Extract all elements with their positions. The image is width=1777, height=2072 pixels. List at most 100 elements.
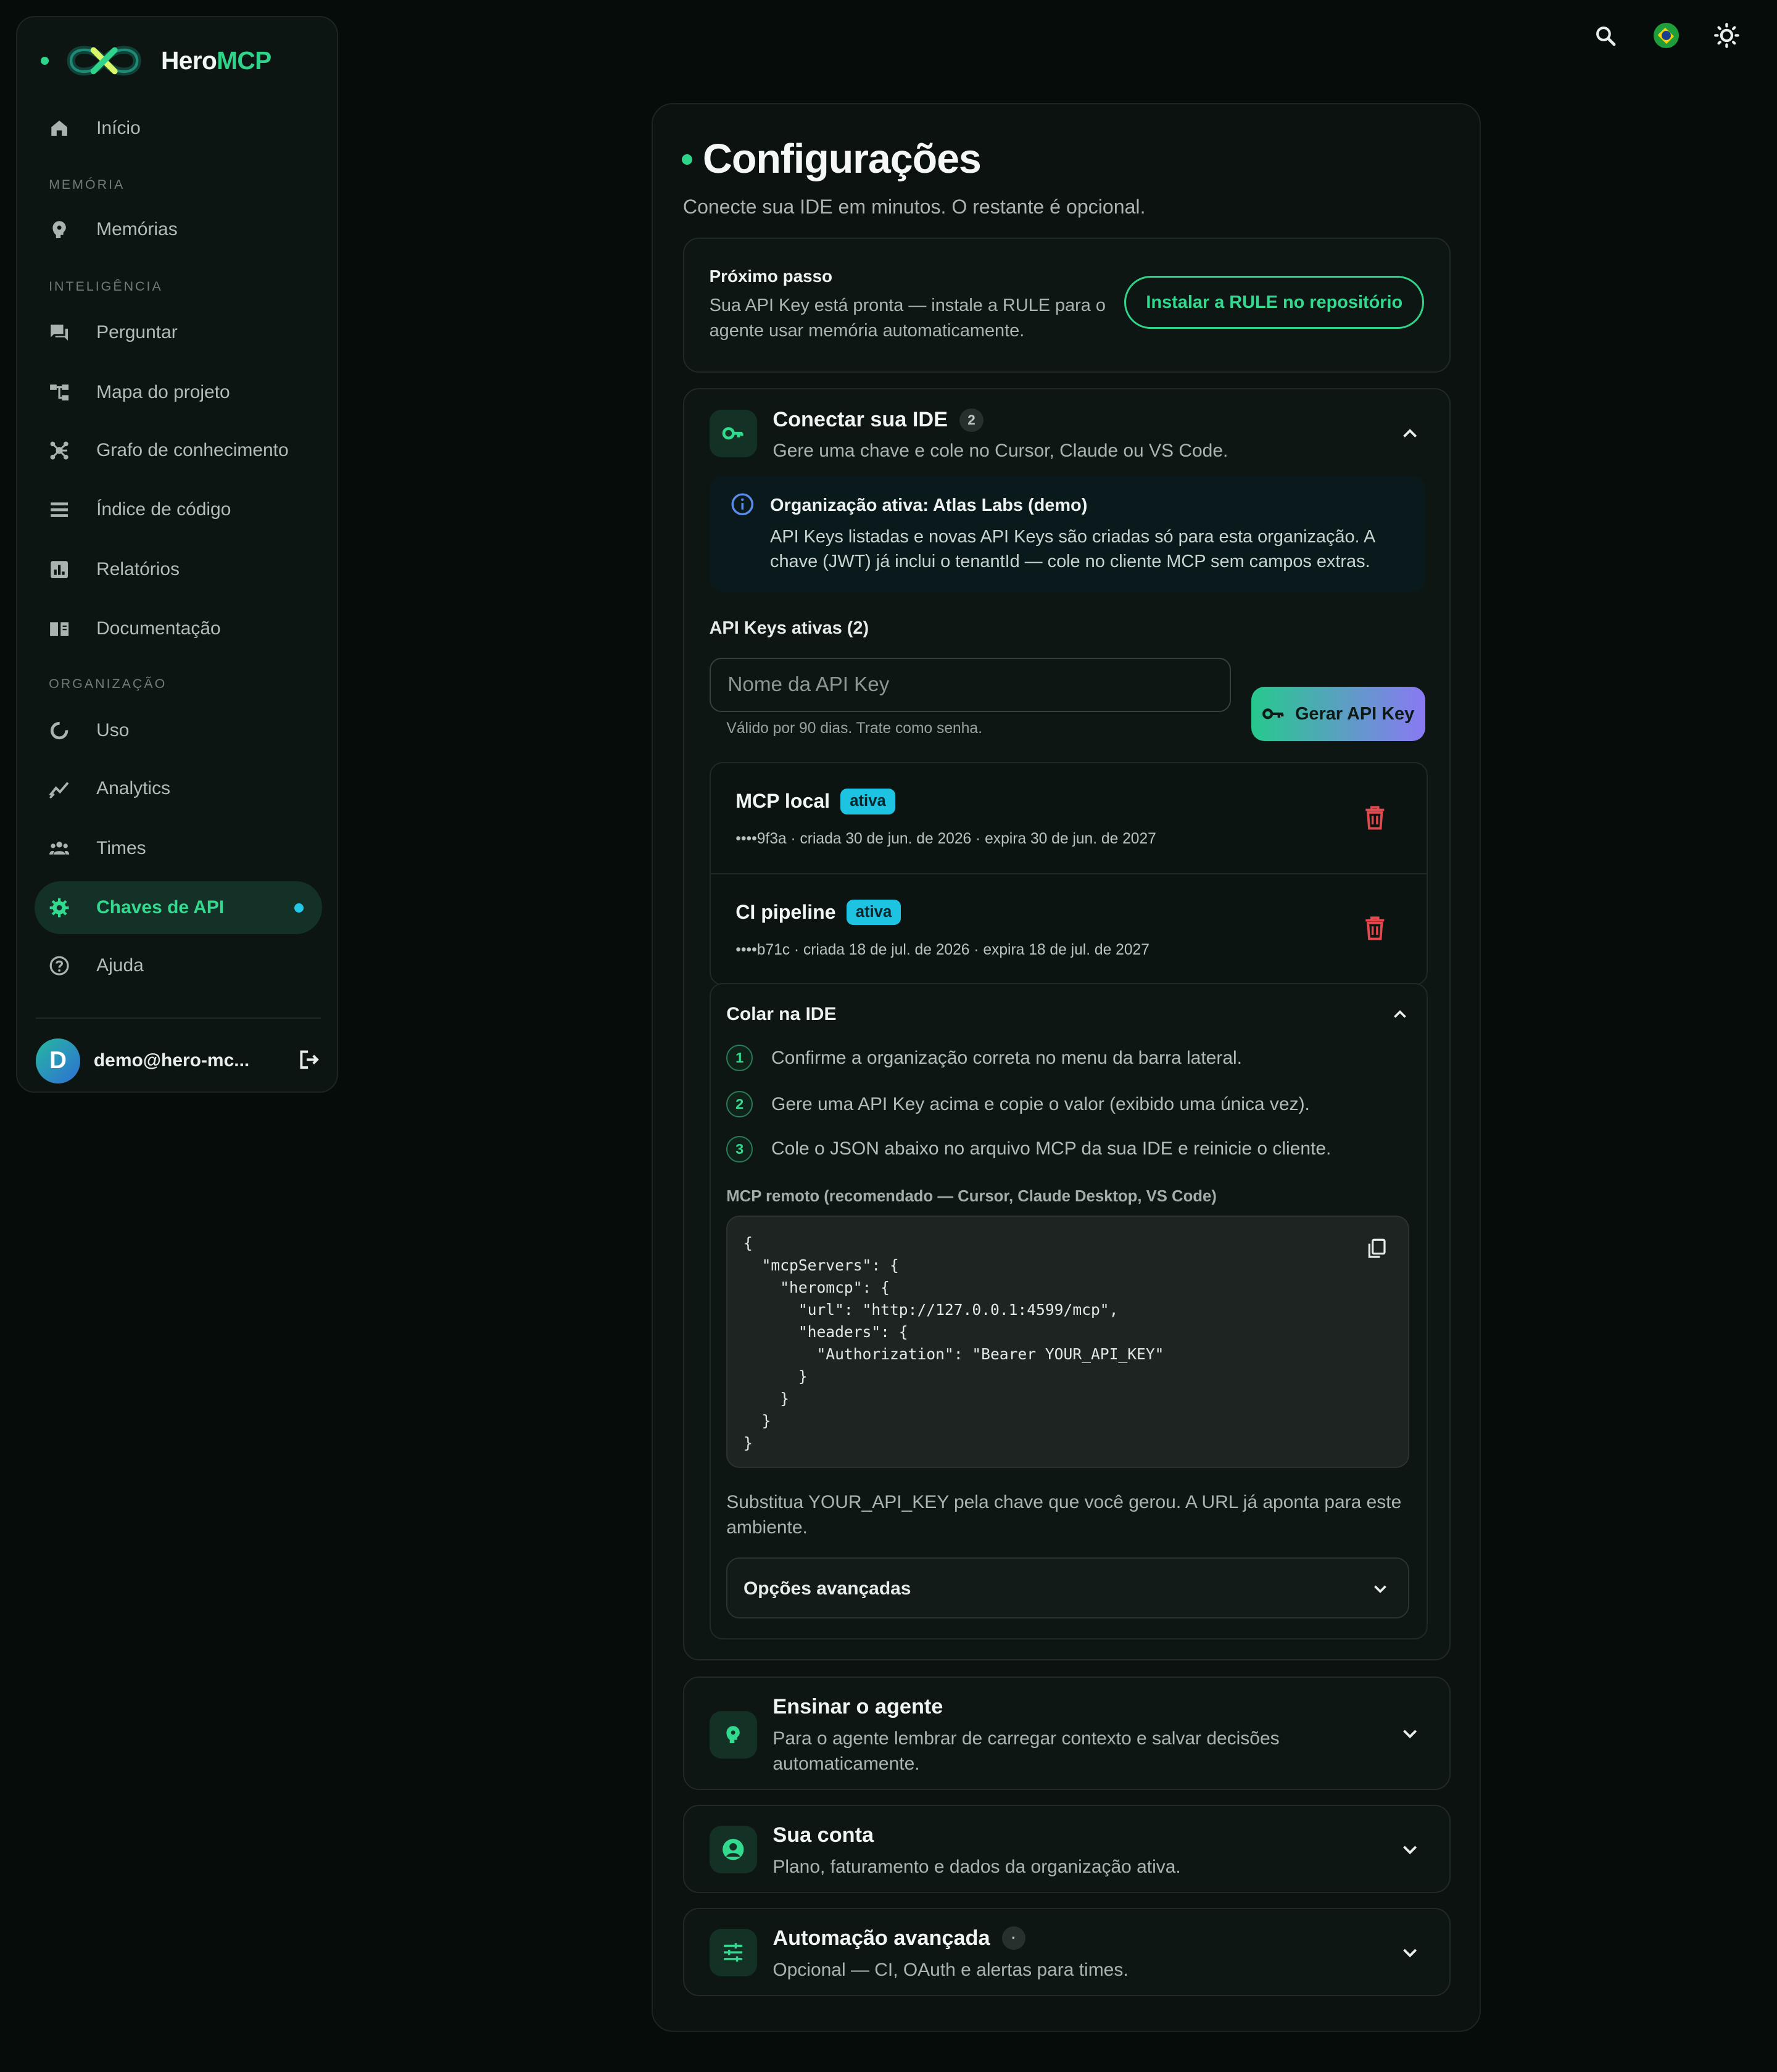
- sidebar-item-chaves-api[interactable]: Chaves de API: [34, 881, 323, 934]
- page-subtitle: Conecte sua IDE em minutos. O restante é…: [682, 195, 1146, 218]
- people-icon: [49, 837, 70, 858]
- install-rule-button[interactable]: Instalar a RULE no repositório: [1124, 276, 1425, 329]
- account-title: Sua conta: [773, 1823, 874, 1847]
- step-number: 3: [726, 1136, 753, 1162]
- step-number: 1: [726, 1045, 753, 1072]
- org-info-text: API Keys listadas e novas API Keys são c…: [770, 526, 1375, 572]
- sun-icon[interactable]: [1713, 22, 1740, 49]
- copy-icon[interactable]: [1366, 1238, 1387, 1259]
- key-name: CI pipeline ativa: [735, 899, 901, 926]
- trash-icon[interactable]: [1363, 915, 1387, 942]
- chevron-down-icon[interactable]: [1399, 1942, 1420, 1963]
- list-item: MCP local ativa ••••9f3a · criada 30 de j…: [711, 763, 1427, 873]
- sidebar-item-inicio[interactable]: Início: [35, 102, 323, 155]
- account-card[interactable]: Sua conta Plano, faturamento e dados da …: [682, 1804, 1451, 1894]
- teach-agent-title: Ensinar o agente: [773, 1694, 943, 1718]
- sidebar-item-memorias[interactable]: Memórias: [35, 204, 323, 257]
- chevron-down-icon[interactable]: [1399, 1839, 1420, 1860]
- page-title: Configurações: [703, 136, 982, 183]
- sidebar-item-analytics[interactable]: Analytics: [35, 762, 323, 815]
- account-circle-icon: [709, 1825, 757, 1874]
- key-meta: ••••9f3a · criada 30 de jun. de 2026 · e…: [735, 831, 1156, 848]
- teach-agent-card[interactable]: Ensinar o agente Para o agente lembrar d…: [682, 1676, 1451, 1791]
- next-step-title: Próximo passo: [709, 267, 833, 286]
- help-icon: [49, 955, 70, 976]
- connect-ide-title[interactable]: Conectar sua IDE 2: [773, 408, 984, 433]
- graph-icon: [49, 440, 70, 461]
- automation-card[interactable]: Automação avançada · Opcional — CI, OAut…: [682, 1907, 1451, 1997]
- sidebar: HeroMCP Início MEMÓRIA Memórias INTELIGÊ…: [15, 15, 339, 1093]
- app-root: HeroMCP Início MEMÓRIA Memórias INTELIGÊ…: [0, 0, 1777, 2072]
- status-badge: ativa: [840, 788, 895, 814]
- search-icon[interactable]: [1592, 22, 1618, 49]
- user-email: demo@hero-mc...: [93, 1050, 250, 1071]
- book-icon: [49, 618, 70, 639]
- tree-icon: [49, 382, 70, 403]
- paste-in-ide-panel: Colar na IDE 1 Confirme a organização cor…: [709, 982, 1428, 1639]
- account-desc: Plano, faturamento e dados da organizaçã…: [773, 1857, 1181, 1878]
- advanced-options-toggle[interactable]: Opções avançadas: [726, 1557, 1410, 1618]
- chevron-up-icon[interactable]: [1399, 423, 1420, 444]
- next-step-text: Sua API Key está pronta — instale a RULE…: [709, 296, 1106, 341]
- brain-icon: [49, 219, 70, 240]
- user-profile[interactable]: D demo@hero-mc...: [35, 1037, 321, 1085]
- info-icon: [731, 493, 753, 516]
- paste-in-ide-title[interactable]: Colar na IDE: [726, 1004, 836, 1025]
- code-content: { "mcpServers": { "heromcp": { "url": "h…: [743, 1234, 1164, 1452]
- api-key-name-input[interactable]: [709, 658, 1232, 712]
- key-icon: [1262, 708, 1284, 719]
- chart-icon: [49, 559, 70, 580]
- settings-panel: Configurações Conecte sua IDE em minutos…: [651, 103, 1481, 2033]
- logout-icon[interactable]: [297, 1048, 321, 1072]
- trash-icon[interactable]: [1363, 805, 1387, 831]
- generate-api-key-button[interactable]: Gerar API Key: [1251, 687, 1426, 741]
- language-flag-icon[interactable]: [1653, 22, 1680, 49]
- gear-icon: [49, 897, 70, 918]
- sidebar-item-ajuda[interactable]: Ajuda: [35, 939, 323, 992]
- sidebar-item-indice[interactable]: Índice de código: [35, 484, 323, 537]
- automation-title: Automação avançada ·: [773, 1926, 1026, 1950]
- step-number: 2: [726, 1091, 753, 1118]
- connect-ide-card: Conectar sua IDE 2 Gere uma chave e cole…: [682, 388, 1451, 1661]
- sidebar-item-uso[interactable]: Uso: [35, 704, 323, 757]
- section-label-intelligence: INTELIGÊNCIA: [49, 278, 163, 294]
- next-step-card: Próximo passo Sua API Key está pronta — …: [682, 238, 1451, 373]
- list-icon: [49, 499, 70, 520]
- donut-icon: [49, 720, 70, 741]
- status-dot: [41, 56, 49, 65]
- home-icon: [49, 117, 70, 138]
- sidebar-item-perguntar[interactable]: Perguntar: [35, 307, 323, 360]
- substitute-note: Substitua YOUR_API_KEY pela chave que vo…: [726, 1491, 1402, 1538]
- key-icon: [709, 409, 757, 457]
- connect-ide-desc: Gere uma chave e cole no Cursor, Claude …: [773, 440, 1228, 461]
- teach-agent-desc: Para o agente lembrar de carregar contex…: [773, 1728, 1280, 1775]
- count-badge: 2: [959, 408, 984, 433]
- chevron-down-icon[interactable]: [1399, 1723, 1420, 1744]
- brand-name: HeroMCP: [161, 46, 271, 75]
- section-label-organization: ORGANIZAÇÃO: [49, 676, 167, 692]
- sidebar-item-times[interactable]: Times: [35, 822, 323, 875]
- step-item: 1 Confirme a organização correta no menu …: [726, 1045, 1242, 1072]
- brand[interactable]: HeroMCP: [41, 38, 271, 83]
- chevron-down-icon: [1374, 1585, 1387, 1594]
- status-badge: ·: [1001, 1926, 1026, 1950]
- chevron-up-icon[interactable]: [1391, 1005, 1409, 1024]
- sidebar-item-documentacao[interactable]: Documentação: [35, 602, 323, 655]
- avatar[interactable]: D: [35, 1038, 81, 1084]
- sidebar-item-grafo[interactable]: Grafo de conhecimento: [35, 424, 323, 477]
- key-meta: ••••b71c · criada 18 de jul. de 2026 · e…: [735, 942, 1149, 959]
- page-title-row: Configurações: [681, 136, 982, 183]
- code-block[interactable]: { "mcpServers": { "heromcp": { "url": "h…: [726, 1215, 1410, 1468]
- sidebar-item-relatorios[interactable]: Relatórios: [35, 543, 323, 596]
- sidebar-divider: [35, 1017, 321, 1019]
- org-info-title: Organização ativa: Atlas Labs (demo): [770, 495, 1088, 515]
- top-toolbar: [1592, 22, 1740, 49]
- key-name: MCP local ativa: [735, 788, 895, 814]
- api-key-hint: Válido por 90 dias. Trate como senha.: [726, 719, 982, 737]
- automation-desc: Opcional — CI, OAuth e alertas para time…: [773, 1960, 1129, 1981]
- step-item: 3 Cole o JSON abaixo no arquivo MCP da su…: [726, 1136, 1331, 1162]
- chat-icon: [49, 322, 70, 343]
- status-badge: ativa: [846, 899, 901, 926]
- sidebar-item-mapa[interactable]: Mapa do projeto: [35, 366, 323, 419]
- infinity-logo-icon: [67, 46, 141, 76]
